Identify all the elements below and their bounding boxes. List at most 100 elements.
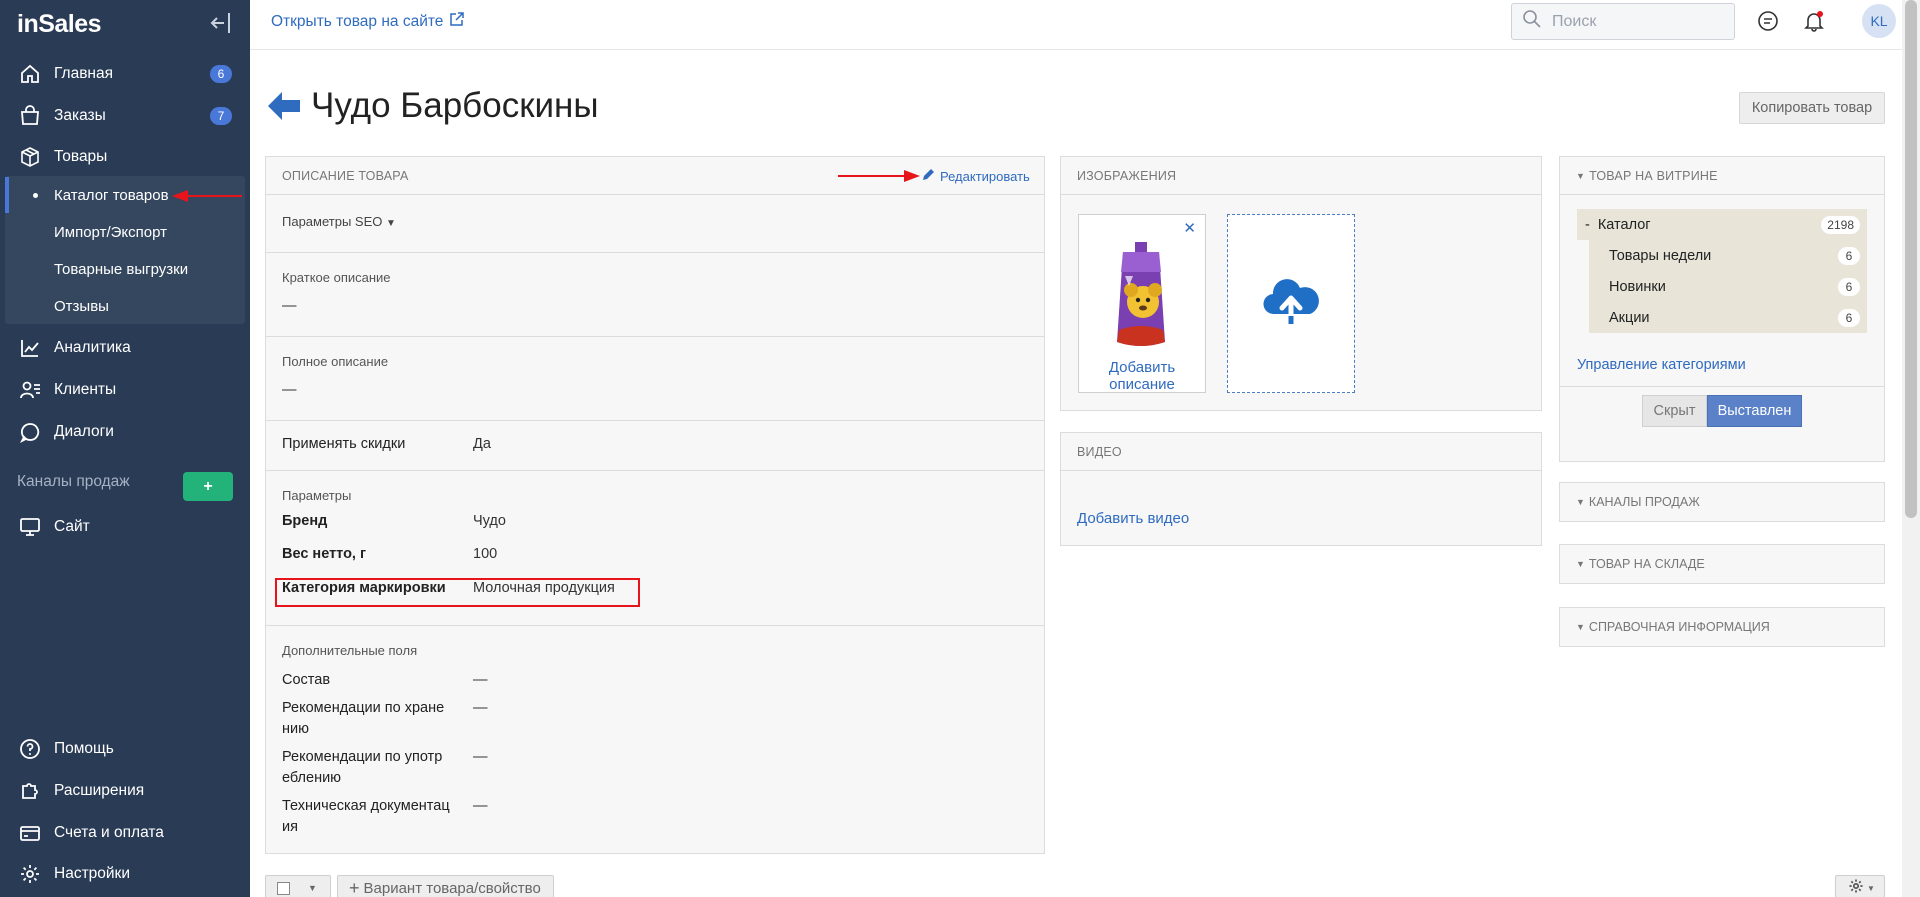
extra-field-storage-label-1: Рекомендации по хране xyxy=(282,700,445,716)
seo-params-toggle[interactable]: Параметры SEO ▼ xyxy=(282,214,396,229)
sidebar-item-product-feeds[interactable]: Товарные выгрузки xyxy=(5,251,245,287)
extra-fields-section: Дополнительные поля Состав — Рекомендаци… xyxy=(266,625,1044,855)
add-video-link[interactable]: Добавить видео xyxy=(1077,510,1189,527)
sidebar-item-products[interactable]: Товары xyxy=(0,137,250,177)
settings-dropdown-button[interactable]: ▼ xyxy=(1835,875,1885,897)
category-count: 6 xyxy=(1838,309,1860,327)
extra-field-techdoc-label-1: Техническая документац xyxy=(282,798,450,814)
sidebar-item-billing[interactable]: Счета и оплата xyxy=(0,813,250,853)
top-bar: Открыть товар на сайте KL xyxy=(250,0,1902,50)
open-product-on-site-link[interactable]: Открыть товар на сайте xyxy=(271,11,465,32)
add-variant-button[interactable]: + Вариант товара/свойство xyxy=(337,875,554,897)
gear-icon xyxy=(1848,878,1864,897)
extra-field-usage-label-2: еблению xyxy=(282,770,342,786)
sidebar-item-site[interactable]: Сайт xyxy=(0,507,250,547)
submenu-label: Отзывы xyxy=(54,297,109,315)
active-dot xyxy=(33,193,38,198)
search-input[interactable] xyxy=(1552,12,1722,31)
description-panel: Описание товара Редактировать Параметры … xyxy=(265,156,1045,854)
bulk-select-dropdown[interactable]: ▼ xyxy=(265,875,331,897)
caret-down-icon[interactable]: ▼ xyxy=(308,883,317,893)
discount-section: Применять скидки Да xyxy=(266,420,1044,470)
shown-button[interactable]: Выставлен xyxy=(1707,395,1802,427)
product-image-thumbnail[interactable]: ✕ Добавить описание xyxy=(1078,214,1206,393)
panel-title: Видео xyxy=(1077,444,1122,459)
user-avatar[interactable]: KL xyxy=(1862,4,1896,38)
upload-image-dropzone[interactable] xyxy=(1227,214,1355,393)
sidebar-item-dialogs[interactable]: Диалоги xyxy=(0,412,250,452)
sidebar-item-label: Диалоги xyxy=(54,423,114,440)
submenu-label: Импорт/Экспорт xyxy=(54,223,167,241)
storefront-panel: ▼ Товар на витрине - Каталог 2198 Товары… xyxy=(1559,156,1885,462)
sidebar-item-home[interactable]: Главная 6 xyxy=(0,54,250,94)
sidebar-item-orders[interactable]: Заказы 7 xyxy=(0,96,250,136)
page-title: Чудо Барбоскины xyxy=(311,86,599,125)
select-all-checkbox[interactable] xyxy=(277,881,290,895)
credit-card-icon xyxy=(18,821,42,845)
sidebar-item-label: Сайт xyxy=(54,518,90,535)
sidebar-item-label: Настройки xyxy=(54,865,131,882)
notifications-bell-icon[interactable] xyxy=(1801,8,1827,34)
gear-icon xyxy=(18,862,42,886)
monitor-icon xyxy=(18,515,42,539)
extra-field-techdoc-value: — xyxy=(473,798,488,814)
open-link-label: Открыть товар на сайте xyxy=(271,12,444,30)
chat-icon xyxy=(18,420,42,444)
sidebar-item-label: Клиенты xyxy=(54,381,117,398)
images-panel-header: Изображения xyxy=(1061,157,1541,195)
warehouse-panel[interactable]: ▼ Товар на складе xyxy=(1559,544,1885,584)
chart-line-icon xyxy=(18,336,42,360)
sidebar-item-settings[interactable]: Настройки xyxy=(0,854,250,894)
category-catalog[interactable]: - Каталог 2198 xyxy=(1577,209,1867,240)
page-scrollbar[interactable] xyxy=(1902,0,1920,897)
sales-channels-panel[interactable]: ▼ Каналы продаж xyxy=(1559,482,1885,522)
submenu-label: Товарные выгрузки xyxy=(54,260,189,278)
add-image-description-link[interactable]: Добавить описание xyxy=(1079,359,1205,393)
tree-collapse-toggle[interactable]: - xyxy=(1585,217,1590,233)
category-label: Товары недели xyxy=(1609,247,1712,264)
video-panel: Видео Добавить видео xyxy=(1060,432,1542,546)
sidebar-item-import-export[interactable]: Импорт/Экспорт xyxy=(5,214,245,250)
param-brand-value: Чудо xyxy=(473,513,506,529)
collapse-sidebar-icon[interactable] xyxy=(208,12,232,34)
sidebar-item-analytics[interactable]: Аналитика xyxy=(0,328,250,368)
remove-image-icon[interactable]: ✕ xyxy=(1183,219,1196,237)
edit-label: Редактировать xyxy=(940,168,1030,184)
storefront-panel-header[interactable]: ▼ Товар на витрине xyxy=(1560,157,1884,195)
external-link-icon xyxy=(449,11,465,32)
sidebar-item-extensions[interactable]: Расширения xyxy=(0,771,250,811)
category-item[interactable]: Акции 6 xyxy=(1577,302,1867,333)
orders-badge: 7 xyxy=(210,107,232,125)
sidebar-item-help[interactable]: Помощь xyxy=(0,729,250,769)
extra-field-usage-value: — xyxy=(473,749,488,765)
param-weight-label: Вес нетто, г xyxy=(282,546,367,562)
visibility-toggle: Скрыт Выставлен xyxy=(1642,395,1802,427)
messages-icon[interactable] xyxy=(1755,8,1781,34)
category-item[interactable]: Товары недели 6 xyxy=(1577,240,1867,271)
copy-product-button[interactable]: Копировать товар xyxy=(1739,92,1885,124)
short-description-label: Краткое описание xyxy=(282,270,391,285)
reference-info-panel[interactable]: ▼ Справочная информация xyxy=(1559,607,1885,647)
product-pouch-image xyxy=(1117,242,1165,346)
sales-channels-title: Каналы продаж xyxy=(17,473,130,490)
scrollbar-thumb[interactable] xyxy=(1905,0,1917,518)
manage-categories-link[interactable]: Управление категориями xyxy=(1577,357,1746,373)
edit-description-link[interactable]: Редактировать xyxy=(922,168,1030,184)
caret-down-icon: ▼ xyxy=(1576,622,1585,632)
hidden-button[interactable]: Скрыт xyxy=(1642,395,1707,427)
category-count: 6 xyxy=(1838,247,1860,265)
search-field[interactable] xyxy=(1511,3,1735,40)
sidebar-item-reviews[interactable]: Отзывы xyxy=(5,288,245,324)
sidebar-item-label: Товары xyxy=(54,148,108,165)
category-count: 2198 xyxy=(1821,216,1860,234)
category-item[interactable]: Новинки 6 xyxy=(1577,271,1867,302)
short-description-value: — xyxy=(282,298,297,314)
add-channel-button[interactable]: + xyxy=(183,472,233,501)
back-arrow-icon[interactable] xyxy=(268,92,300,120)
shopping-bag-icon xyxy=(18,104,42,128)
insales-logo[interactable]: inSales xyxy=(17,10,102,39)
sidebar-item-clients[interactable]: Клиенты xyxy=(0,370,250,410)
extra-field-composition-label: Состав xyxy=(282,672,331,688)
sidebar: inSales Главная 6 Заказы 7 Товары Катало… xyxy=(0,0,250,897)
sidebar-item-label: Счета и оплата xyxy=(54,824,164,841)
